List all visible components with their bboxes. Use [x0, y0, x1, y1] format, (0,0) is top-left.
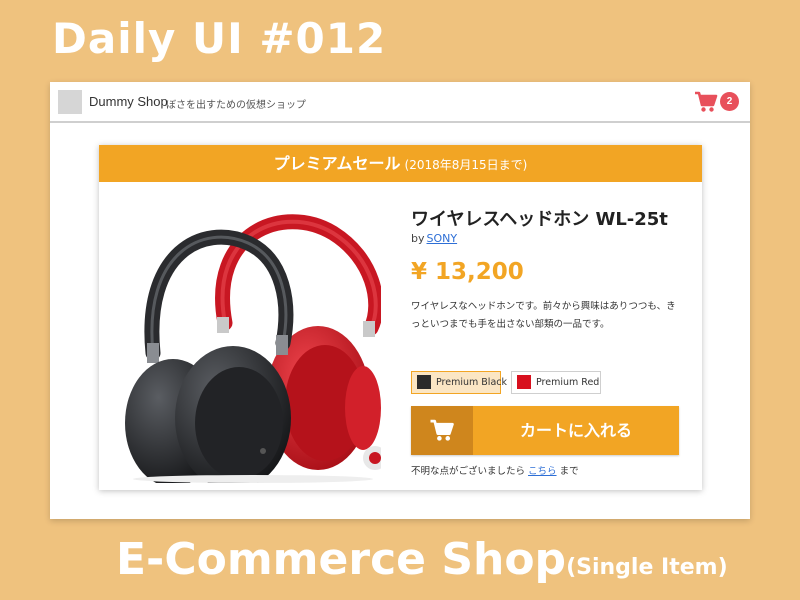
variant-option-red[interactable]: Premium Red: [511, 371, 601, 394]
brand-prefix: by: [411, 232, 425, 245]
sale-period: (2018年8月15日まで): [404, 158, 528, 172]
cart-icon: [430, 419, 454, 441]
color-swatch-black: [417, 374, 431, 389]
product-image: [125, 214, 381, 483]
product-price: ¥ 13,200: [411, 259, 524, 285]
add-to-cart-button[interactable]: カートに入れる: [411, 406, 679, 455]
brand-link[interactable]: SONY: [427, 232, 458, 245]
page-heading: Daily UI #012: [52, 14, 387, 63]
cart-icon[interactable]: [694, 91, 718, 113]
subtitle-suffix: (Single Item): [566, 555, 728, 580]
shop-logo[interactable]: [58, 90, 82, 114]
help-suffix: まで: [556, 466, 579, 477]
product-description: ワイヤレスなヘッドホンです。前々から興味はありつつも、きっといつまでも手を出さな…: [411, 301, 676, 330]
shop-tagline: ぼさを出すための仮想ショップ: [166, 100, 306, 111]
brand-line: by SONY: [411, 232, 457, 245]
page-subtitle: E-Commerce Shop(Single Item): [116, 538, 728, 582]
product-card: プレミアムセール (2018年8月15日まで) ワイヤレスヘッドホン WL-25…: [99, 145, 702, 490]
product-name: ワイヤレスヘッドホン WL-25t: [411, 209, 668, 230]
browser-window: Dummy Shop ぼさを出すための仮想ショップ 2 プレミアムセール (201…: [50, 82, 750, 519]
shop-name[interactable]: Dummy Shop: [89, 94, 168, 109]
subtitle-main: E-Commerce Shop: [116, 534, 567, 585]
variant-label: Premium Black: [436, 377, 507, 388]
add-to-cart-label: カートに入れる: [519, 421, 632, 440]
variant-option-black[interactable]: Premium Black: [411, 371, 507, 394]
cart-count-badge[interactable]: 2: [720, 92, 739, 111]
help-line: 不明な点がございましたら こちら まで: [411, 463, 579, 477]
sale-title: プレミアムセール: [273, 154, 401, 173]
sale-banner: プレミアムセール (2018年8月15日まで): [99, 145, 702, 182]
help-link[interactable]: こちら: [528, 466, 557, 477]
variant-label: Premium Red: [536, 377, 600, 388]
site-header: Dummy Shop ぼさを出すための仮想ショップ 2: [50, 82, 750, 123]
cart-button-icon-area: [411, 406, 473, 455]
color-swatch-red: [517, 374, 531, 389]
help-prefix: 不明な点がございましたら: [411, 466, 529, 477]
